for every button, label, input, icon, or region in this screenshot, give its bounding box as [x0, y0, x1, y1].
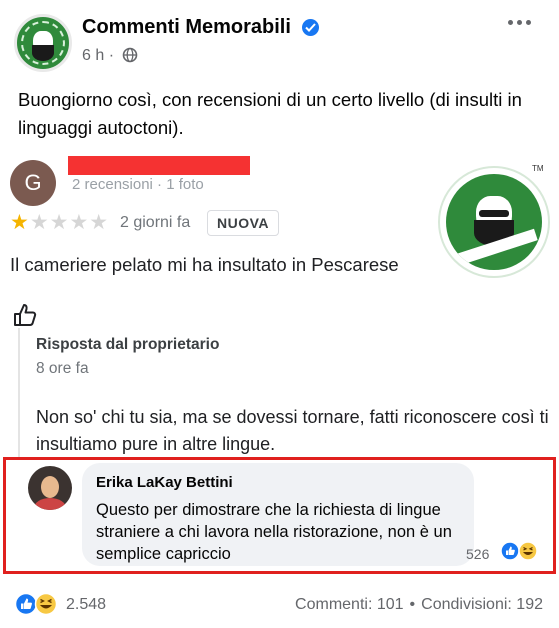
review-date: 2 giorni fa: [120, 214, 191, 231]
logo-emblem: [446, 174, 542, 270]
highlighted-comment: Erika LaKay Bettini Questo per dimostrar…: [3, 457, 556, 574]
post-caption: Buongiorno così, con recensioni di un ce…: [18, 89, 522, 138]
commenti-memorabili-logo: [438, 166, 550, 278]
comment-bubble[interactable]: Erika LaKay Bettini Questo per dimostrar…: [82, 463, 474, 566]
logo-trademark: TM: [532, 164, 544, 173]
commenter-avatar-face: [41, 476, 59, 498]
page-avatar[interactable]: [14, 14, 72, 72]
post-stats: Commenti: 101 • Condivisioni: 192: [295, 596, 543, 614]
post-timestamp[interactable]: 6 h ·: [82, 47, 114, 65]
reviewer-counts: 2 recensioni · 1 foto: [72, 176, 204, 193]
shares-count[interactable]: Condivisioni: 192: [421, 596, 543, 613]
post-header: Commenti Memorabili 6 h ·: [0, 0, 559, 80]
owner-reply-text: Non so' chi tu sia, ma se dovessi tornar…: [36, 407, 549, 454]
thumbs-up-icon: [14, 304, 37, 326]
post-reactions[interactable]: [14, 592, 60, 616]
review-text: Il cameriere pelato mi ha insultato in P…: [10, 254, 399, 275]
owner-reply-date: 8 ore fa: [36, 360, 89, 377]
owner-reply: Risposta dal proprietario 8 ore fa Non s…: [18, 328, 559, 458]
comment-reactions[interactable]: [500, 541, 540, 561]
comment-reaction-count[interactable]: 526: [466, 546, 489, 562]
commenter-avatar-body: [34, 498, 66, 510]
more-options-icon[interactable]: [508, 18, 534, 28]
like-reaction-icon: [500, 541, 520, 561]
star-filled-icon: ★: [10, 211, 30, 234]
globe-icon: [122, 47, 138, 63]
like-reaction-icon: [14, 592, 38, 616]
haha-reaction-icon: [518, 541, 538, 561]
redacted-reviewer-name: [68, 156, 250, 175]
logo-glasses: [479, 210, 509, 217]
haha-reaction-icon: [34, 592, 58, 616]
reviewer-avatar: G: [10, 160, 56, 206]
commenter-name[interactable]: Erika LaKay Bettini: [96, 474, 233, 491]
star-rating: ★★★★★: [10, 210, 109, 235]
avatar-beard: [32, 45, 54, 61]
comments-count[interactable]: Commenti: 101: [295, 596, 404, 613]
comment-text: Questo per dimostrare che la richiesta d…: [96, 501, 452, 563]
commenter-avatar[interactable]: [28, 466, 72, 510]
owner-reply-title: Risposta dal proprietario: [36, 336, 220, 353]
post-footer: 2.548 Commenti: 101 • Condivisioni: 192: [0, 588, 559, 624]
reaction-count[interactable]: 2.548: [66, 596, 106, 614]
page-name[interactable]: Commenti Memorabili: [82, 16, 291, 39]
stats-separator: •: [409, 596, 416, 613]
new-badge: NUOVA: [207, 210, 280, 236]
verified-badge-icon: [302, 19, 319, 36]
star-empty-icon: ★★★★: [29, 211, 110, 234]
